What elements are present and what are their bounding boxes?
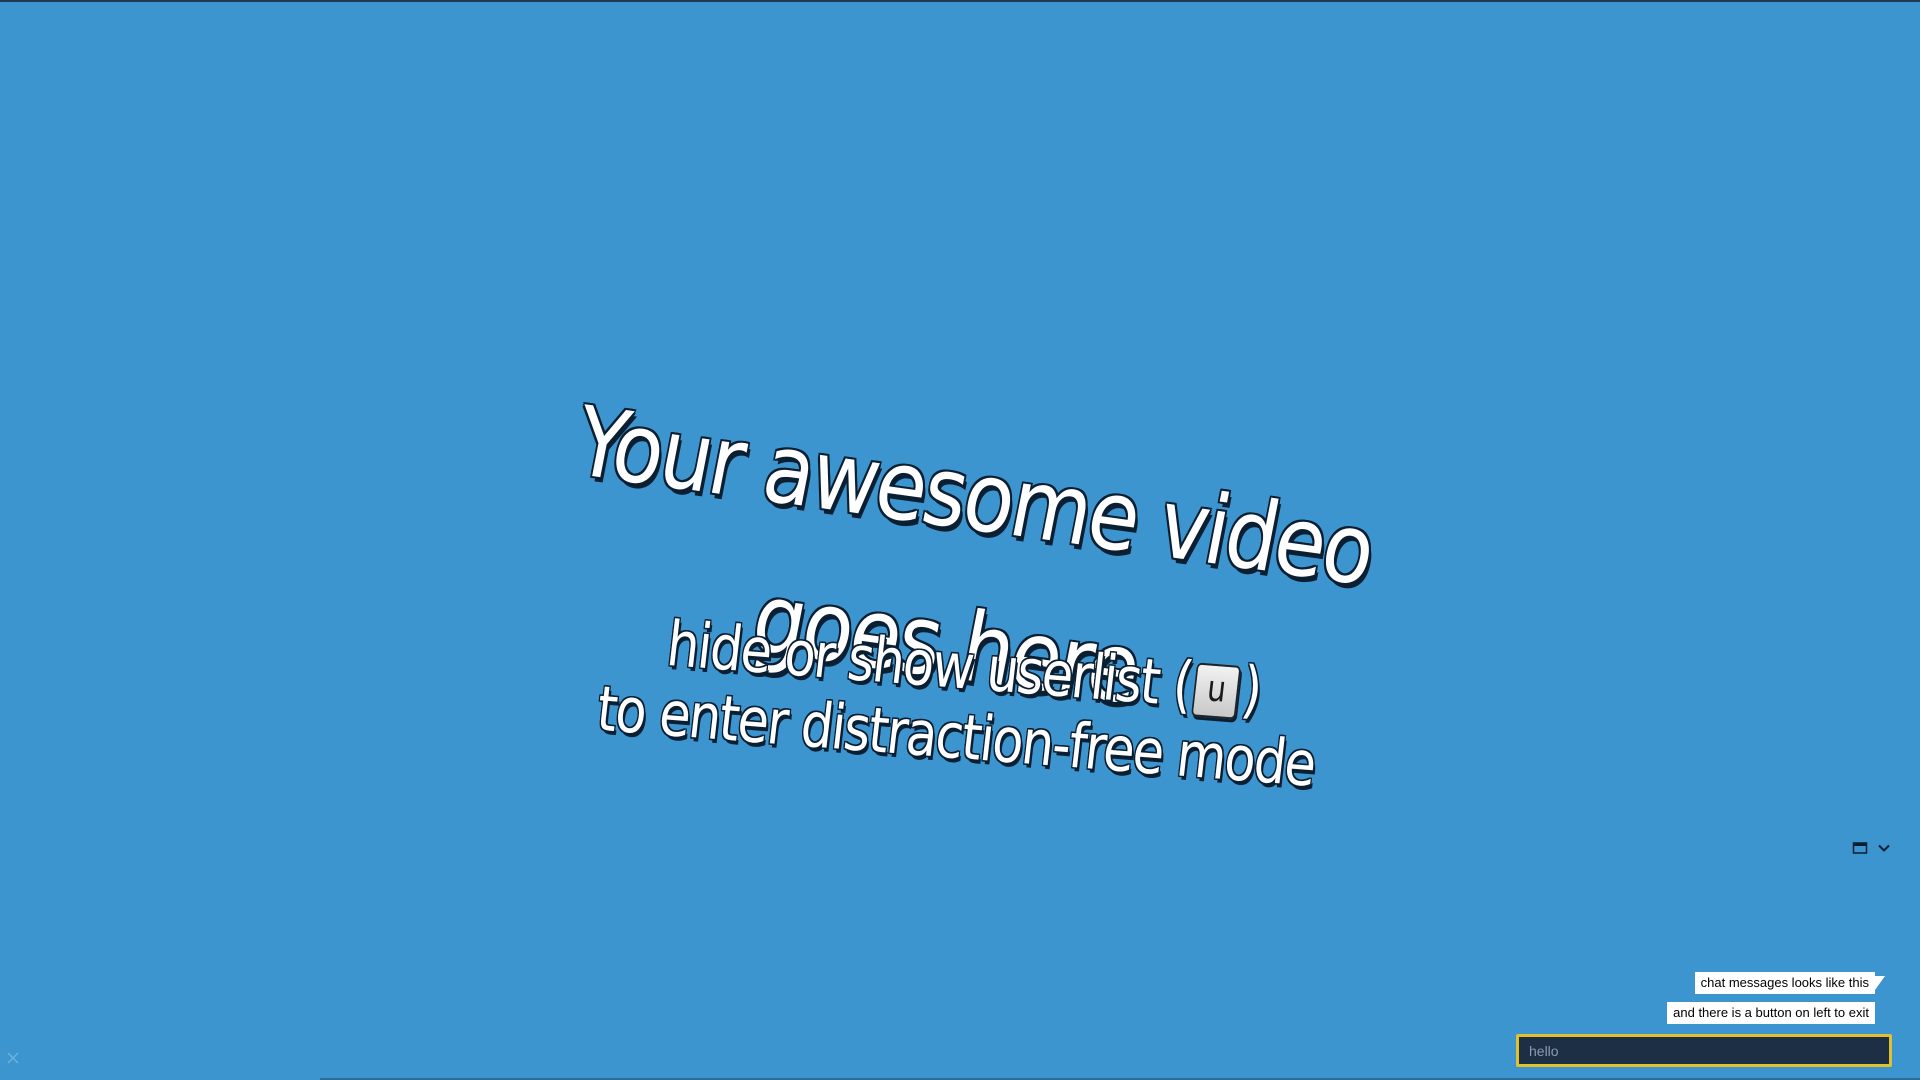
chat-messages: chat messages looks like this and there … xyxy=(1667,972,1886,1024)
video-placeholder: Your awesome video goes here hide or sho… xyxy=(0,0,1920,1080)
window-icon[interactable] xyxy=(1852,840,1868,856)
chat-message: chat messages looks like this xyxy=(1694,972,1886,994)
close-icon[interactable] xyxy=(5,1050,21,1066)
u-key-icon: u xyxy=(1191,662,1242,720)
chat-input[interactable] xyxy=(1516,1034,1892,1067)
chat-controls xyxy=(1852,840,1892,856)
hint-suffix: ) xyxy=(1238,652,1265,727)
chevron-down-icon[interactable] xyxy=(1876,840,1892,856)
chat-message: and there is a button on left to exit xyxy=(1667,1002,1875,1024)
